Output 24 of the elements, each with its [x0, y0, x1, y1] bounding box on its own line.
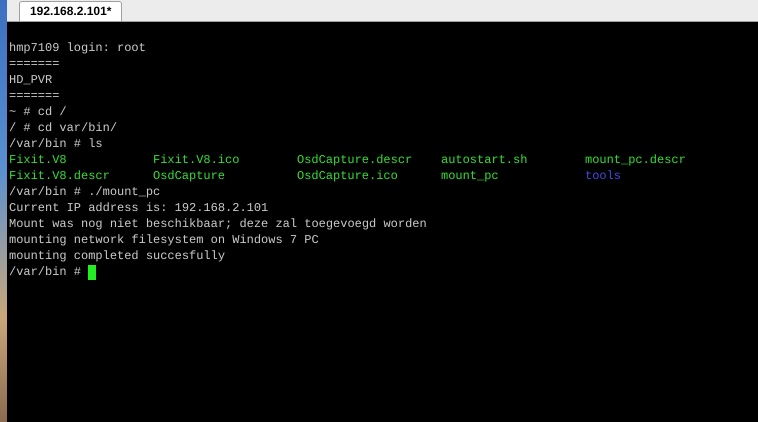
file-name: OsdCapture.descr	[297, 152, 414, 168]
file-name: autostart.sh	[441, 152, 528, 168]
terminal-prompt: /var/bin #	[9, 264, 82, 280]
file-name: OsdCapture	[153, 168, 226, 184]
file-name: Fixit.V8.descr	[9, 168, 111, 184]
file-name: Fixit.V8	[9, 152, 68, 168]
file-name: mount_pc	[441, 168, 500, 184]
terminal-line: =======	[9, 88, 60, 104]
terminal-line: =======	[9, 56, 60, 72]
terminal-line: ~ # cd /	[9, 104, 68, 120]
terminal-line: Mount was nog niet beschikbaar; deze zal toegevoegd worden	[9, 216, 428, 232]
terminal-line: / # cd var/bin/	[9, 120, 118, 136]
session-tab[interactable]: 192.168.2.101*	[19, 1, 122, 21]
file-name: OsdCapture.ico	[297, 168, 399, 184]
file-name: tools	[585, 168, 622, 184]
terminal-line: mounting network filesystem on Windows 7 PC	[9, 232, 320, 248]
terminal-line: /var/bin # ./mount_pc	[9, 184, 162, 200]
file-name: mount_pc.descr	[585, 152, 687, 168]
terminal-line: HD_PVR	[9, 72, 54, 88]
file-name: Fixit.V8.ico	[153, 152, 240, 168]
terminal-line: mounting completed succesfully	[9, 248, 226, 264]
terminal-line: hmp7109 login: root	[9, 40, 147, 56]
terminal-line: /var/bin # ls	[9, 136, 104, 152]
terminal-line: Current IP address is: 192.168.2.101	[9, 200, 270, 216]
